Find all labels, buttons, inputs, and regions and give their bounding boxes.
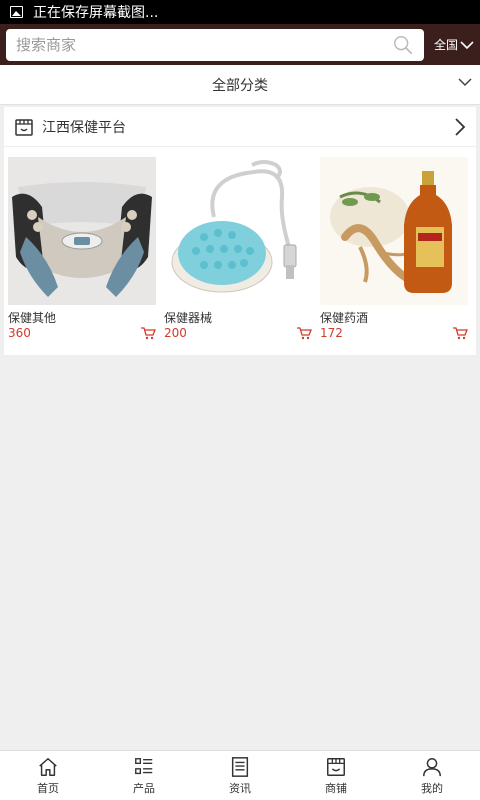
tab-label: 首页 [37, 781, 59, 795]
tab-label: 我的 [421, 781, 443, 795]
cart-icon[interactable] [452, 326, 468, 340]
product-item[interactable]: 保健其他 360 [8, 157, 156, 341]
tab-label: 资讯 [229, 781, 251, 795]
screenshot-icon [10, 6, 23, 18]
tab-products[interactable]: 产品 [96, 751, 192, 800]
region-selector[interactable]: 全国 [428, 36, 474, 53]
shop-icon [327, 757, 345, 776]
product-name: 保健其他 [8, 311, 57, 325]
shop-name: 江西保健平台 [42, 119, 126, 136]
massager-photo[interactable] [8, 157, 156, 305]
bottom-tab-bar: 首页 产品 资讯 商铺 我的 [0, 750, 480, 800]
status-text: 正在保存屏幕截图... [33, 5, 159, 21]
shop-header[interactable]: 江西保健平台 [4, 107, 476, 147]
search-icon[interactable] [392, 34, 414, 56]
search-input[interactable] [16, 35, 392, 54]
tab-mine[interactable]: 我的 [384, 751, 480, 800]
chevron-right-icon[interactable] [454, 117, 466, 137]
tab-news[interactable]: 资讯 [192, 751, 288, 800]
shop-icon [15, 118, 33, 136]
cart-icon[interactable] [140, 326, 156, 340]
status-bar: 正在保存屏幕截图... [0, 0, 480, 24]
tab-label: 商铺 [325, 781, 347, 795]
product-item[interactable]: 保健药酒 172 [320, 157, 468, 341]
ginseng-wine-photo[interactable] [320, 157, 468, 305]
region-label: 全国 [433, 38, 458, 52]
search-box[interactable] [6, 28, 424, 61]
category-filter[interactable]: 全部分类 [0, 65, 480, 105]
chevron-down-icon [460, 40, 474, 49]
cart-icon[interactable] [296, 326, 312, 340]
top-header: 全国 [0, 24, 480, 65]
tab-shops[interactable]: 商铺 [288, 751, 384, 800]
news-icon [231, 756, 249, 777]
product-name: 保健器械 [164, 311, 213, 325]
tab-home[interactable]: 首页 [0, 751, 96, 800]
user-icon [423, 757, 441, 776]
tab-label: 产品 [133, 781, 155, 795]
shop-card: 江西保健平台 保健其他 360 保健器械 200 保健药酒 172 [4, 107, 476, 355]
product-price: 360 [8, 326, 31, 340]
product-price: 200 [164, 326, 187, 340]
home-icon [39, 757, 57, 776]
product-name: 保健药酒 [320, 311, 369, 325]
list-icon [135, 757, 153, 774]
product-list: 保健其他 360 保健器械 200 保健药酒 172 [4, 147, 476, 341]
chevron-down-icon [458, 78, 472, 87]
product-price: 172 [320, 326, 343, 340]
product-item[interactable]: 保健器械 200 [164, 157, 312, 341]
category-label: 全部分类 [212, 77, 268, 94]
usb-massage-ball-photo[interactable] [164, 157, 312, 305]
